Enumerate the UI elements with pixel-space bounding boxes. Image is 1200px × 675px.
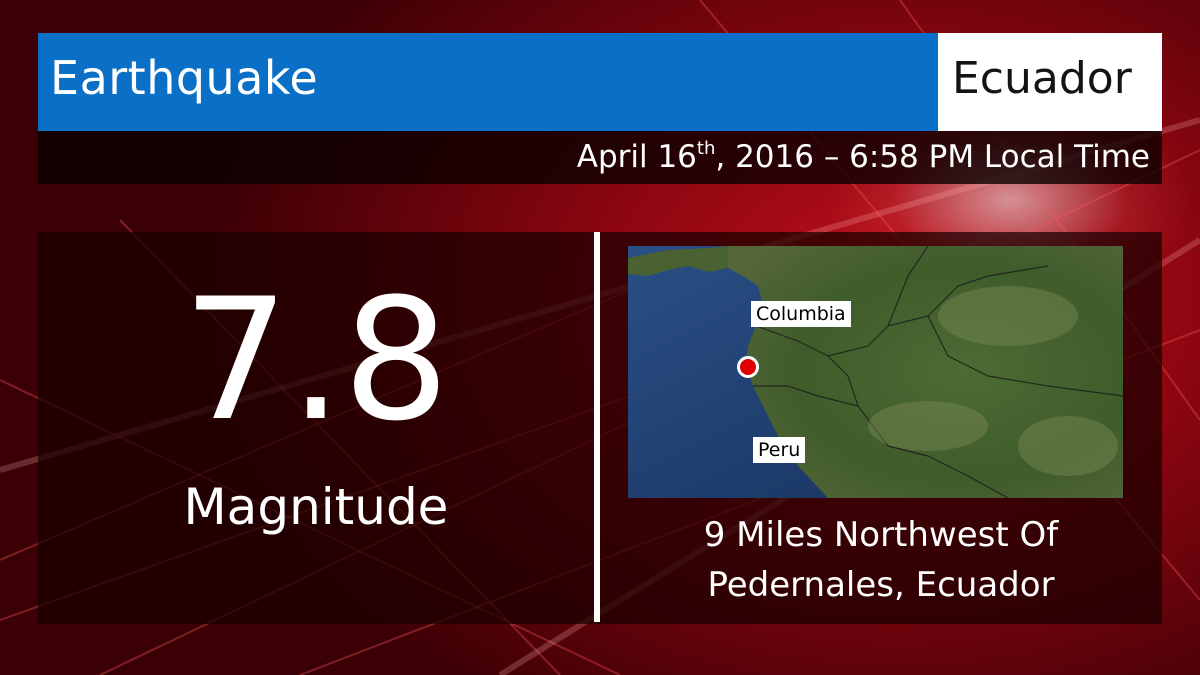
location-description: 9 Miles Northwest Of Pedernales, Ecuador [600, 510, 1162, 610]
magnitude-label: Magnitude [183, 478, 449, 536]
date-bar: April 16th, 2016 – 6:58 PM Local Time [38, 131, 1162, 184]
page-title: Earthquake [50, 51, 319, 105]
date-prefix: April 16 [576, 139, 697, 175]
map-terrain [628, 246, 1123, 498]
date-time-text: April 16th, 2016 – 6:58 PM Local Time [577, 139, 1150, 175]
date-rest: , 2016 – 6:58 PM Local Time [715, 139, 1150, 175]
country-box: Ecuador [938, 33, 1162, 131]
magnitude-value: 7.8 [182, 262, 450, 458]
location-line-2: Pedernales, Ecuador [707, 565, 1055, 605]
epicenter-marker [737, 356, 759, 378]
map-label-peru: Peru [753, 437, 806, 463]
title-bar: Earthquake [38, 33, 938, 131]
location-line-1: 9 Miles Northwest Of [703, 515, 1059, 555]
map-label-columbia: Columbia [751, 301, 851, 327]
date-ordinal: th [696, 138, 716, 159]
map-image: Columbia Peru [628, 246, 1123, 498]
country-label: Ecuador [952, 53, 1132, 104]
